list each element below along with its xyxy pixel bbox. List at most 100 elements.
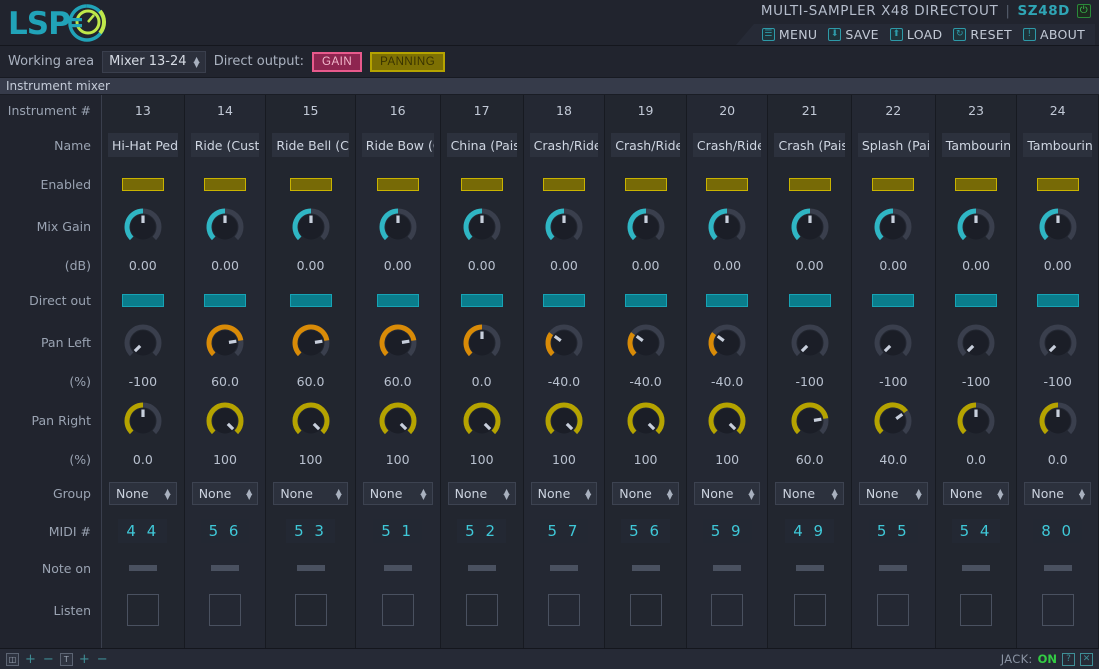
mix-gain-knob[interactable] (687, 203, 768, 250)
pan-left-knob[interactable] (441, 319, 523, 366)
midi-number-input[interactable]: 5 6 (200, 519, 250, 543)
pan-right-knob[interactable] (524, 397, 605, 444)
close-icon[interactable]: ✕ (1080, 652, 1093, 666)
direct-out-toggle[interactable] (542, 293, 585, 307)
menu-button-save[interactable]: ⬇ SAVE (824, 26, 883, 43)
instrument-name-input[interactable]: Crash/Ride (692, 133, 762, 157)
enabled-toggle[interactable] (289, 177, 332, 191)
direct-out-toggle[interactable] (955, 293, 998, 307)
mix-gain-knob[interactable] (768, 203, 850, 250)
direct-out-toggle[interactable] (872, 293, 915, 307)
instrument-name-input[interactable]: China (Paist (446, 133, 517, 157)
pan-left-knob[interactable] (185, 319, 266, 366)
direct-out-toggle[interactable] (376, 293, 419, 307)
mix-gain-knob[interactable] (1017, 203, 1098, 250)
enabled-toggle[interactable] (460, 177, 503, 191)
enabled-toggle[interactable] (706, 177, 749, 191)
pan-left-knob[interactable] (852, 319, 935, 366)
pan-right-knob[interactable] (185, 397, 266, 444)
instrument-name-input[interactable]: Ride Bell (Cu (272, 133, 349, 157)
group-select[interactable]: None ▲ ▼ (693, 482, 761, 505)
listen-button[interactable] (629, 594, 662, 626)
midi-number-input[interactable]: 4 4 (118, 519, 168, 543)
font-increase-button[interactable]: + (78, 652, 91, 667)
power-icon[interactable]: ⏻ (1077, 4, 1091, 18)
pan-left-knob[interactable] (936, 319, 1017, 366)
midi-number-input[interactable]: 5 3 (286, 519, 335, 543)
enabled-toggle[interactable] (872, 177, 915, 191)
midi-number-input[interactable]: 5 2 (457, 519, 507, 543)
midi-number-input[interactable]: 5 7 (539, 519, 589, 543)
scale-increase-button[interactable]: + (24, 652, 37, 667)
pan-right-knob[interactable] (605, 397, 686, 444)
enabled-toggle[interactable] (204, 177, 246, 191)
gain-button[interactable]: GAIN (312, 51, 363, 72)
pan-left-knob[interactable] (356, 319, 440, 366)
listen-button[interactable] (294, 594, 327, 626)
instrument-name-input[interactable]: Tambourin (1023, 133, 1092, 157)
instrument-name-input[interactable]: Splash (Pais (857, 133, 929, 157)
pan-right-knob[interactable] (1017, 397, 1098, 444)
group-select[interactable]: None ▲ ▼ (612, 482, 679, 505)
midi-number-input[interactable]: 8 0 (1033, 519, 1083, 543)
pan-left-knob[interactable] (1017, 319, 1098, 366)
mix-gain-knob[interactable] (852, 203, 935, 250)
direct-out-toggle[interactable] (289, 293, 332, 307)
mix-gain-knob[interactable] (605, 203, 686, 250)
scale-decrease-button[interactable]: − (42, 652, 55, 667)
group-select[interactable]: None ▲ ▼ (362, 482, 433, 505)
midi-number-input[interactable]: 5 6 (621, 519, 670, 543)
group-select[interactable]: None ▲ ▼ (191, 482, 259, 505)
direct-out-toggle[interactable] (121, 293, 164, 307)
listen-button[interactable] (711, 594, 744, 626)
direct-out-toggle[interactable] (460, 293, 503, 307)
menu-button-menu[interactable]: ☰ MENU (758, 26, 821, 43)
listen-button[interactable] (793, 594, 826, 626)
mix-gain-knob[interactable] (441, 203, 523, 250)
mix-gain-knob[interactable] (356, 203, 440, 250)
direct-out-toggle[interactable] (706, 293, 749, 307)
midi-number-input[interactable]: 4 9 (785, 519, 835, 543)
mix-gain-knob[interactable] (102, 203, 184, 250)
pan-right-knob[interactable] (936, 397, 1017, 444)
listen-button[interactable] (960, 594, 993, 626)
instrument-name-input[interactable]: Hi-Hat Peda (108, 133, 178, 157)
midi-number-input[interactable]: 5 9 (702, 519, 752, 543)
pan-right-knob[interactable] (356, 397, 440, 444)
pan-right-knob[interactable] (687, 397, 768, 444)
direct-out-toggle[interactable] (1036, 293, 1079, 307)
pan-right-knob[interactable] (768, 397, 850, 444)
instrument-name-input[interactable]: Crash/Ride (611, 133, 680, 157)
enabled-toggle[interactable] (376, 177, 419, 191)
pan-left-knob[interactable] (266, 319, 354, 366)
group-select[interactable]: None ▲ ▼ (942, 482, 1010, 505)
midi-number-input[interactable]: 5 4 (951, 519, 1001, 543)
menu-button-about[interactable]: ! ABOUT (1019, 26, 1089, 43)
group-select[interactable]: None ▲ ▼ (530, 482, 598, 505)
listen-button[interactable] (547, 594, 580, 626)
listen-button[interactable] (126, 594, 159, 626)
instrument-name-input[interactable]: Ride Bow (C (361, 133, 434, 157)
direct-out-toggle[interactable] (624, 293, 667, 307)
direct-out-toggle[interactable] (788, 293, 831, 307)
menu-button-reset[interactable]: ↻ RESET (949, 26, 1016, 43)
mix-gain-knob[interactable] (185, 203, 266, 250)
enabled-toggle[interactable] (624, 177, 667, 191)
pan-left-knob[interactable] (605, 319, 686, 366)
listen-button[interactable] (1041, 594, 1074, 626)
group-select[interactable]: None ▲ ▼ (858, 482, 928, 505)
instrument-name-input[interactable]: Ride (Custo (190, 133, 260, 157)
group-select[interactable]: None ▲ ▼ (109, 482, 177, 505)
pan-right-knob[interactable] (441, 397, 523, 444)
listen-button[interactable] (877, 594, 910, 626)
enabled-toggle[interactable] (788, 177, 831, 191)
group-select[interactable]: None ▲ ▼ (1024, 482, 1091, 505)
group-select[interactable]: None ▲ ▼ (273, 482, 348, 505)
listen-button[interactable] (381, 594, 414, 626)
pan-right-knob[interactable] (266, 397, 354, 444)
enabled-toggle[interactable] (542, 177, 585, 191)
mix-gain-knob[interactable] (936, 203, 1017, 250)
midi-number-input[interactable]: 5 5 (868, 519, 918, 543)
group-select[interactable]: None ▲ ▼ (775, 482, 844, 505)
instrument-name-input[interactable]: Crash (Paist (774, 133, 845, 157)
